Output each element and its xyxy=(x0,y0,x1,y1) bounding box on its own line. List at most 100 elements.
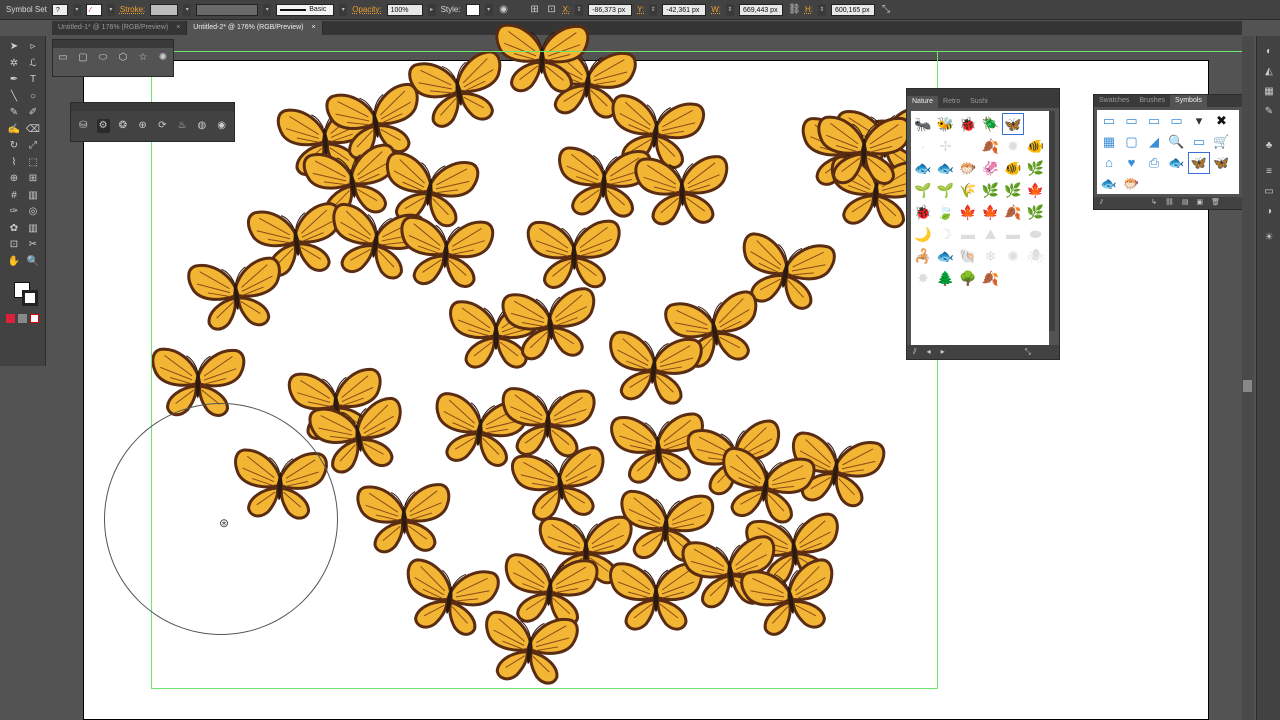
heart-symbol-icon[interactable]: ♥ xyxy=(1122,153,1142,173)
w-field[interactable]: 669,443 px xyxy=(738,3,783,16)
reference-point-icon[interactable]: ⊡ xyxy=(546,4,558,16)
ellipse-tool-icon[interactable]: ⬭ xyxy=(97,52,109,64)
pen-icon[interactable]: ✒ xyxy=(6,73,22,87)
next-library-icon[interactable]: ▸ xyxy=(941,345,945,359)
graph-icon[interactable]: ▥ xyxy=(25,222,41,236)
maple-leaf-symbol-icon[interactable]: 🍁 xyxy=(1026,180,1046,200)
grass-symbol-icon[interactable]: 🌱 xyxy=(913,180,933,200)
place-symbol-icon[interactable]: ↳ xyxy=(1151,197,1157,209)
fill-stroke-swatches[interactable] xyxy=(14,282,38,306)
burst-symbol-icon[interactable]: ✸ xyxy=(913,268,933,288)
ellipse-icon[interactable]: ○ xyxy=(25,90,41,104)
opacity-dropdown-icon[interactable]: ▸ xyxy=(427,3,436,16)
x-label[interactable]: X: xyxy=(563,5,571,14)
scrollbar[interactable] xyxy=(1049,111,1055,331)
perspective-icon[interactable]: ⊞ xyxy=(25,172,41,186)
align-grid-icon[interactable]: ⊞ xyxy=(529,4,541,16)
brushes-icon[interactable]: ✎ xyxy=(1263,106,1275,118)
stroke-swatch[interactable] xyxy=(22,290,38,306)
color-guide-icon[interactable]: ◭ xyxy=(1263,66,1275,78)
blob-brush-icon[interactable]: ✍ xyxy=(6,123,22,137)
banner-4-symbol-icon[interactable]: ▭ xyxy=(1167,111,1187,131)
tab-symbols[interactable]: Symbols xyxy=(1170,95,1207,107)
gradient-icon[interactable]: ▭ xyxy=(1263,186,1275,198)
slice-icon[interactable]: ✂ xyxy=(25,238,41,252)
w-stepper-icon[interactable]: ⇕ xyxy=(725,3,734,16)
bee-symbol-icon[interactable]: 🐝 xyxy=(936,114,956,134)
fish-teal-symbol-icon[interactable]: 🐟 xyxy=(936,158,956,178)
zoom-icon[interactable]: 🔍 xyxy=(25,255,41,269)
blend-icon[interactable]: ◎ xyxy=(25,205,41,219)
stroke-weight-field[interactable] xyxy=(150,3,179,16)
transform-options-icon[interactable]: ⤡ xyxy=(880,4,892,16)
symbol-shifter-tool-icon[interactable]: ⚙ xyxy=(96,119,110,133)
magic-wand-icon[interactable]: ✲ xyxy=(6,57,22,71)
brush-icon[interactable]: ✎ xyxy=(6,106,22,120)
shape-builder-icon[interactable]: ⊕ xyxy=(6,172,22,186)
new-symbol-icon[interactable]: ▣ xyxy=(1197,197,1204,209)
autumn-leaf-symbol-icon[interactable]: 🍂 xyxy=(981,268,1001,288)
tab-untitled-2[interactable]: Untitled-2* @ 176% (RGB/Preview) × xyxy=(187,21,323,35)
cart-symbol-icon[interactable]: 🛒 xyxy=(1212,132,1232,152)
symbol-libraries-menu-icon[interactable]: ⫽ xyxy=(1100,197,1103,209)
variable-width-dropdown-icon[interactable]: ▾ xyxy=(263,3,272,16)
tab-untitled-1[interactable]: Untitled-1* @ 176% (RGB/Preview) × xyxy=(52,21,188,35)
symbol-options-icon[interactable]: ▤ xyxy=(1182,197,1189,209)
plant-symbol-icon[interactable]: 🌿 xyxy=(1026,158,1046,178)
rounded-rectangle-tool-icon[interactable]: ▢ xyxy=(77,52,89,64)
free-transform-icon[interactable]: ⬚ xyxy=(25,156,41,170)
fish-orange-symbol-icon[interactable]: 🐠 xyxy=(1003,158,1023,178)
star-tool-icon[interactable]: ☆ xyxy=(137,52,149,64)
fire-symbol-icon[interactable]: ✹ xyxy=(1003,136,1023,156)
banner-3-symbol-icon[interactable]: ▭ xyxy=(1144,111,1164,131)
selection-icon[interactable]: ➤ xyxy=(6,40,22,54)
tree-symbol-icon[interactable]: 🌲 xyxy=(936,268,956,288)
green-leaf-symbol-icon[interactable]: 🍃 xyxy=(936,202,956,222)
panel-header[interactable] xyxy=(53,40,173,48)
h-field[interactable]: 600,165 px xyxy=(830,3,875,16)
reed-symbol-icon[interactable]: 🌾 xyxy=(958,180,978,200)
h-stepper-icon[interactable]: ⇕ xyxy=(817,3,826,16)
symbols-icon[interactable]: ♣ xyxy=(1263,140,1275,152)
opacity-label[interactable]: Opacity: xyxy=(352,5,381,14)
star-symbol-icon[interactable]: ✺ xyxy=(1003,246,1023,266)
scale-icon[interactable]: ⤢ xyxy=(25,139,41,153)
rss-symbol-icon[interactable]: ◢ xyxy=(1144,132,1164,152)
close-icon[interactable]: × xyxy=(312,21,316,35)
scorpion-symbol-icon[interactable]: 🦂 xyxy=(913,246,933,266)
mesh-icon[interactable]: # xyxy=(6,189,22,203)
banner-symbol-icon[interactable]: ▭ xyxy=(1099,111,1119,131)
fern-symbol-icon[interactable]: 🌿 xyxy=(1003,180,1023,200)
symbol-scruncher-tool-icon[interactable]: ❂ xyxy=(117,119,130,133)
brush-dropdown-icon[interactable]: ▾ xyxy=(339,3,348,16)
spider-symbol-icon[interactable]: 🕷 xyxy=(1026,246,1046,266)
none-mode-icon[interactable] xyxy=(30,314,39,323)
artboard-icon[interactable]: ⊡ xyxy=(6,238,22,252)
swatches-icon[interactable]: ▦ xyxy=(1263,86,1275,98)
brown-leaf-symbol-icon[interactable]: 🍂 xyxy=(1003,202,1023,222)
moon-symbol-icon[interactable]: 🌙 xyxy=(913,224,933,244)
transparency-icon[interactable]: ◑ xyxy=(1263,206,1275,218)
eraser-icon[interactable]: ⌫ xyxy=(25,123,41,137)
hand-icon[interactable]: ✋ xyxy=(6,255,22,269)
beetle-symbol-icon[interactable]: 🪲 xyxy=(981,114,1001,134)
delete-symbol-icon[interactable]: 🗑 xyxy=(1211,197,1220,209)
stone-symbol-icon[interactable]: ▬ xyxy=(958,224,978,244)
banner-2-symbol-icon[interactable]: ▭ xyxy=(1122,111,1142,131)
tab-swatches[interactable]: Swatches xyxy=(1094,95,1134,107)
polygon-tool-icon[interactable]: ⬡ xyxy=(117,52,129,64)
green-branch-symbol-icon[interactable]: 🌿 xyxy=(1026,202,1046,222)
symbol-sizer-tool-icon[interactable]: ⊕ xyxy=(136,119,149,133)
grass-patch-symbol-icon[interactable]: 🌿 xyxy=(981,180,1001,200)
lasso-icon[interactable]: ℒ xyxy=(25,57,41,71)
shark-symbol-icon[interactable]: 🐟 xyxy=(936,246,956,266)
bug-symbol-icon[interactable]: 🐞 xyxy=(958,114,978,134)
tab-sushi[interactable]: Sushi xyxy=(965,96,993,108)
break-link-icon[interactable]: ⛓ xyxy=(1165,197,1174,209)
x-stepper-icon[interactable]: ⇕ xyxy=(575,3,584,16)
crescent-symbol-icon[interactable]: ☽ xyxy=(936,224,956,244)
h-label[interactable]: H: xyxy=(805,5,813,14)
orange-leaf-symbol-icon[interactable]: 🍁 xyxy=(958,202,978,222)
library-menu-icon[interactable]: ⫽ xyxy=(913,345,917,359)
fish-symbol-icon[interactable]: 🐟 xyxy=(1167,153,1187,173)
